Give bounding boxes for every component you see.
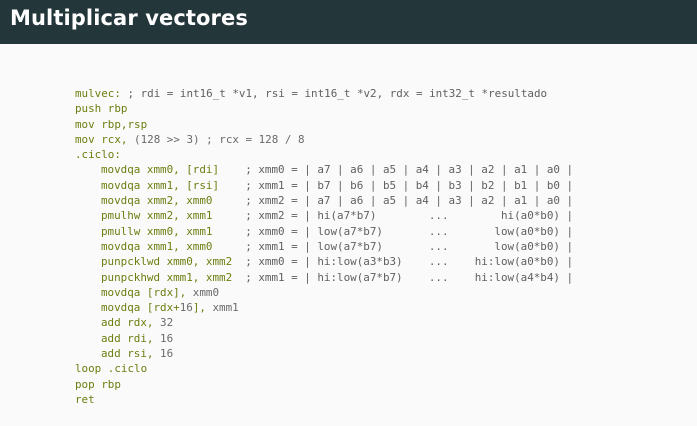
code-instr: movdqa xmm1, [rsi] [101,178,220,192]
code-comment: ; xmm0 = | hi:low(a3*b3) ... hi:low(a0*b… [232,255,574,269]
code-instr: add rsi, [101,347,154,361]
code-comment: ; xmm2 = | hi(a7*b7) ... hi(a0*b0) | [212,209,574,223]
code-operand: 32 [153,316,174,330]
code-comment: ; xmm0 = | a7 | a6 | a5 | a4 | a3 | a2 |… [219,163,574,177]
code-number: 16 [179,301,193,315]
code-instr: add rdi, [101,331,154,345]
code-comment: ; xmm2 = | a7 | a6 | a5 | a4 | a3 | a2 |… [212,194,574,208]
code-line: movdqa xmm1, [rsi] ; xmm1 = | b7 | b6 | … [75,178,573,193]
code-line: pmullw xmm0, xmm1 ; xmm0 = | low(a7*b7) … [75,224,573,239]
code-operand: 16 [153,347,174,361]
code-comment: ; xmm1 = | hi:low(a7*b7) ... hi:low(a4*b… [232,270,574,284]
code-line: movdqa [rdx+16], xmm1 [75,300,573,315]
code-line: add rdx, 32 [75,315,573,330]
code-instr: pmullw xmm0, xmm1 [101,224,213,238]
code-block: mulvec: ; rdi = int16_t *v1, rsi = int16… [75,86,573,407]
code-instr: movdqa xmm1, xmm0 [101,239,213,253]
code-line: ret [75,392,573,407]
code-instr: push rbp [75,102,128,116]
code-instr: pop rbp [75,377,121,391]
code-line: pmulhw xmm2, xmm1 ; xmm2 = | hi(a7*b7) .… [75,208,573,223]
code-line: punpckhwd xmm1, xmm2 ; xmm1 = | hi:low(a… [75,270,573,285]
slide-title-bar: Multiplicar vectores [0,0,697,44]
code-instr: punpcklwd xmm0, xmm2 [101,255,233,269]
code-operand: (128 >> 3) ; rcx = 128 / 8 [127,132,305,146]
code-instr: mov rcx, [75,132,128,146]
code-line: push rbp [75,101,573,116]
code-instr: punpckhwd xmm1, xmm2 [101,270,233,284]
code-instr: ret [75,392,95,406]
code-line: mulvec: ; rdi = int16_t *v1, rsi = int16… [75,86,573,101]
code-instr: movdqa [rdx+ [101,301,180,315]
code-instr: loop .ciclo [75,362,148,376]
code-comment: ; xmm0 = | low(a7*b7) ... low(a0*b0) | [212,224,574,238]
code-comment: ; xmm1 = | low(a7*b7) ... low(a0*b0) | [212,239,574,253]
code-line: .ciclo: [75,147,573,162]
code-operand: xmm0 [186,285,220,299]
code-label: .ciclo: [75,148,121,162]
code-label: mulvec: [75,87,121,100]
code-line: add rsi, 16 [75,346,573,361]
code-line: mov rcx, (128 >> 3) ; rcx = 128 / 8 [75,132,573,147]
code-operand: xmm1 [205,301,239,315]
slide-title: Multiplicar vectores [10,6,248,30]
code-line: loop .ciclo [75,361,573,376]
code-instr: movdqa xmm0, [rdi] [101,163,220,177]
code-line: movdqa xmm2, xmm0 ; xmm2 = | a7 | a6 | a… [75,193,573,208]
code-instr: mov rbp,rsp [75,117,148,131]
code-line: punpcklwd xmm0, xmm2 ; xmm0 = | hi:low(a… [75,254,573,269]
code-comment: ; xmm1 = | b7 | b6 | b5 | b4 | b3 | b2 |… [219,178,574,192]
code-line: add rdi, 16 [75,331,573,346]
code-operand: 16 [153,331,174,345]
code-instr: movdqa xmm2, xmm0 [101,194,213,208]
code-line: movdqa xmm1, xmm0 ; xmm1 = | low(a7*b7) … [75,239,573,254]
code-instr: movdqa [rdx], [101,285,187,299]
code-line: movdqa xmm0, [rdi] ; xmm0 = | a7 | a6 | … [75,162,573,177]
code-line: mov rbp,rsp [75,117,573,132]
code-line: movdqa [rdx], xmm0 [75,285,573,300]
code-instr: ], [192,301,206,315]
code-line: pop rbp [75,377,573,392]
code-comment: ; rdi = int16_t *v1, rsi = int16_t *v2, … [120,87,548,100]
code-instr: pmulhw xmm2, xmm1 [101,209,213,223]
code-instr: add rdx, [101,316,154,330]
